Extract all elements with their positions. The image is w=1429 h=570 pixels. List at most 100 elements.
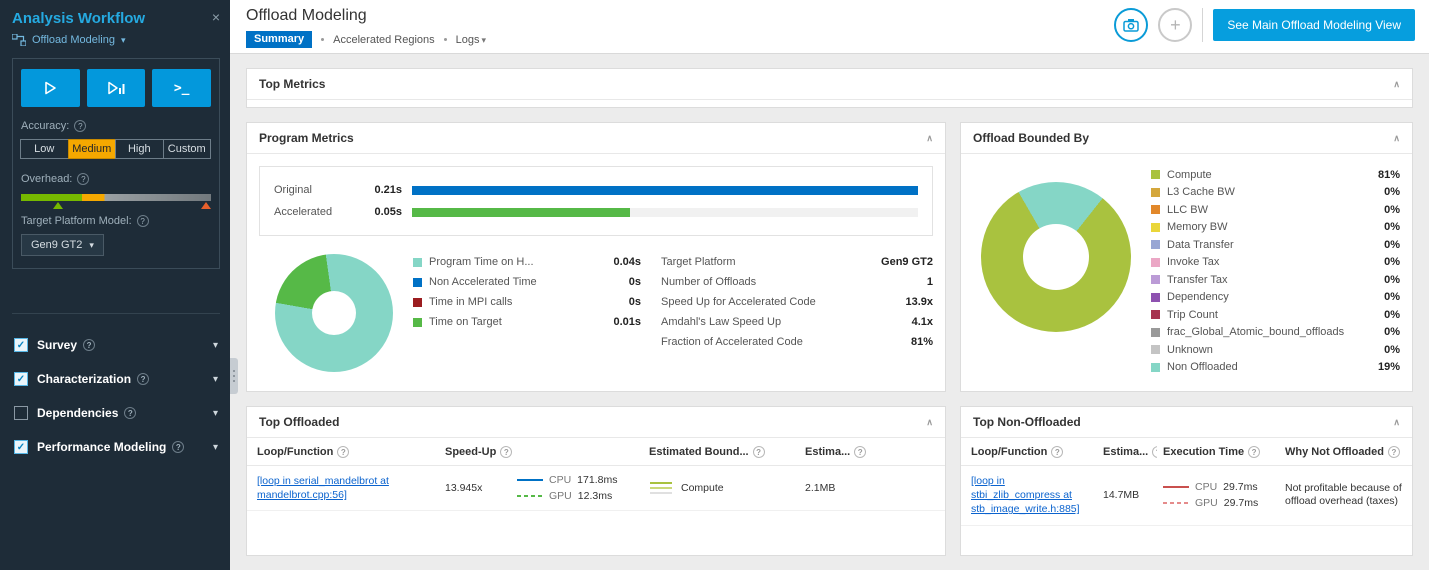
chevron-down-icon[interactable]: ▾ [213, 442, 218, 453]
step-dependencies[interactable]: Dependencies ? ▾ [12, 396, 220, 430]
target-platform-label: Target Platform Model: [21, 215, 132, 227]
summary-content: Top Metrics ∧ 13.9x Speed Up for Acceler… [230, 54, 1429, 570]
bar-value: 0.21s [356, 184, 402, 196]
estimated-data-transfer-value: 14.7MB [1103, 489, 1157, 501]
accuracy-option-low[interactable]: Low [20, 139, 69, 159]
add-result-button[interactable]: + [1158, 8, 1192, 42]
help-icon[interactable]: ? [124, 407, 136, 419]
accuracy-option-custom[interactable]: Custom [163, 139, 212, 159]
help-icon[interactable]: ? [172, 441, 184, 453]
overhead-slider[interactable] [21, 194, 211, 201]
help-icon[interactable]: ? [753, 446, 765, 458]
main-area: Offload Modeling Summary Accelerated Reg… [230, 0, 1429, 570]
top-offloaded-panel: Top Offloaded ∧ Loop/Function? Speed-Up?… [246, 406, 946, 556]
bar-label: Accelerated [274, 206, 346, 218]
column-header-execution-time: Execution Time? [1163, 446, 1279, 458]
perspective-selector[interactable]: Offload Modeling ▾ [12, 34, 220, 46]
tab-accelerated-regions[interactable]: Accelerated Regions [333, 34, 435, 46]
legend-item: Memory BW0% [1151, 219, 1400, 237]
overhead-marker-low[interactable] [53, 202, 63, 209]
bar-value: 0.05s [356, 206, 402, 218]
time-comparison-bars: Original 0.21s Accelerated 0.05s [259, 166, 933, 236]
terminal-icon: >_ [174, 81, 190, 96]
help-icon[interactable]: ? [1152, 446, 1157, 458]
target-platform-value: Gen9 GT2 [31, 239, 82, 251]
accuracy-selector: Low Medium High Custom [21, 139, 211, 159]
cpu-line-swatch [517, 479, 543, 481]
help-icon[interactable]: ? [77, 173, 89, 185]
help-icon[interactable]: ? [74, 120, 86, 132]
chevron-down-icon[interactable]: ▾ [213, 374, 218, 385]
gpu-line-swatch [517, 495, 543, 497]
snapshot-button[interactable] [1114, 8, 1148, 42]
chevron-down-icon: ▾ [89, 240, 94, 251]
legend-item: LLC BW0% [1151, 201, 1400, 219]
collapse-icon[interactable]: ∧ [1393, 79, 1400, 90]
column-header-estimated-data-transfer: Estima...? [805, 446, 935, 458]
chevron-down-icon[interactable]: ▾ [213, 408, 218, 419]
help-icon[interactable]: ? [500, 446, 512, 458]
cpu-line-swatch [1163, 486, 1189, 488]
legend-item: Unknown0% [1151, 341, 1400, 359]
legend-item: Data Transfer0% [1151, 236, 1400, 254]
step-characterization[interactable]: ✓ Characterization ? ▾ [12, 362, 220, 396]
help-icon[interactable]: ? [1388, 446, 1400, 458]
performance-modeling-checkbox[interactable]: ✓ [14, 440, 28, 454]
dependencies-checkbox[interactable] [14, 406, 28, 420]
step-label: Performance Modeling [37, 440, 166, 454]
survey-checkbox[interactable]: ✓ [14, 338, 28, 352]
loop-function-link[interactable]: [loop in serial_mandelbrot at mandelbrot… [257, 474, 439, 502]
column-header-estimated-data-transfer: Estima...? [1103, 446, 1157, 458]
collect-analyses-button[interactable] [87, 69, 146, 107]
see-main-view-button[interactable]: See Main Offload Modeling View [1213, 9, 1415, 41]
panel-title: Top Offloaded [259, 415, 339, 429]
table-row: [loop in stbi_zlib_compress at stb_image… [961, 466, 1412, 526]
collapse-icon[interactable]: ∧ [1393, 133, 1400, 144]
header-divider [1202, 8, 1203, 42]
accuracy-label: Accuracy: [21, 120, 69, 132]
help-icon[interactable]: ? [137, 215, 149, 227]
help-icon[interactable]: ? [1051, 446, 1063, 458]
step-performance-modeling[interactable]: ✓ Performance Modeling ? ▾ [12, 430, 220, 464]
panel-title: Top Metrics [259, 77, 325, 91]
step-label: Characterization [37, 372, 131, 386]
loop-function-link[interactable]: [loop in stbi_zlib_compress at stb_image… [971, 474, 1097, 517]
legend-item: L3 Cache BW0% [1151, 184, 1400, 202]
help-icon[interactable]: ? [1248, 446, 1260, 458]
close-icon[interactable]: × [212, 10, 220, 24]
camera-icon [1123, 18, 1139, 32]
offload-bounded-legend: Compute81% L3 Cache BW0% LLC BW0% Memory… [1151, 166, 1400, 376]
collapse-icon[interactable]: ∧ [1393, 417, 1400, 428]
chevron-down-icon[interactable]: ▾ [213, 340, 218, 351]
help-icon[interactable]: ? [83, 339, 95, 351]
result-header: Offload Modeling Summary Accelerated Reg… [230, 0, 1429, 54]
analysis-workflow-sidebar: Analysis Workflow × Offload Modeling ▾ [0, 0, 230, 570]
why-not-offloaded-value: Not profitable because of offload overhe… [1285, 482, 1402, 509]
help-icon[interactable]: ? [337, 446, 349, 458]
estimated-data-transfer-value: 2.1MB [805, 482, 935, 494]
chevron-down-icon: ▾ [482, 35, 487, 45]
accelerated-time-bar [412, 208, 630, 217]
top-non-offloaded-panel: Top Non-Offloaded ∧ Loop/Function? Estim… [960, 406, 1413, 556]
target-platform-dropdown[interactable]: Gen9 GT2 ▾ [21, 234, 104, 256]
panel-splitter[interactable] [230, 358, 238, 394]
help-icon[interactable]: ? [854, 446, 866, 458]
run-perspective-button[interactable] [21, 69, 80, 107]
accuracy-option-high[interactable]: High [115, 139, 164, 159]
characterization-checkbox[interactable]: ✓ [14, 372, 28, 386]
help-icon[interactable]: ? [137, 373, 149, 385]
tab-logs[interactable]: Logs▾ [456, 34, 486, 46]
overhead-marker-high[interactable] [201, 202, 211, 209]
collapse-icon[interactable]: ∧ [926, 417, 933, 428]
tab-separator [321, 38, 324, 41]
perspective-label: Offload Modeling [32, 34, 115, 46]
original-time-bar [412, 186, 918, 195]
step-survey[interactable]: ✓ Survey ? ▾ [12, 328, 220, 362]
chevron-down-icon: ▾ [121, 35, 126, 46]
speedup-value: 13.945x [445, 482, 511, 494]
collection-controls: >_ Accuracy: ? Low Medium High Custom Ov… [12, 58, 220, 269]
command-line-button[interactable]: >_ [152, 69, 211, 107]
collapse-icon[interactable]: ∧ [926, 133, 933, 144]
tab-summary[interactable]: Summary [246, 31, 312, 48]
accuracy-option-medium[interactable]: Medium [68, 139, 117, 159]
